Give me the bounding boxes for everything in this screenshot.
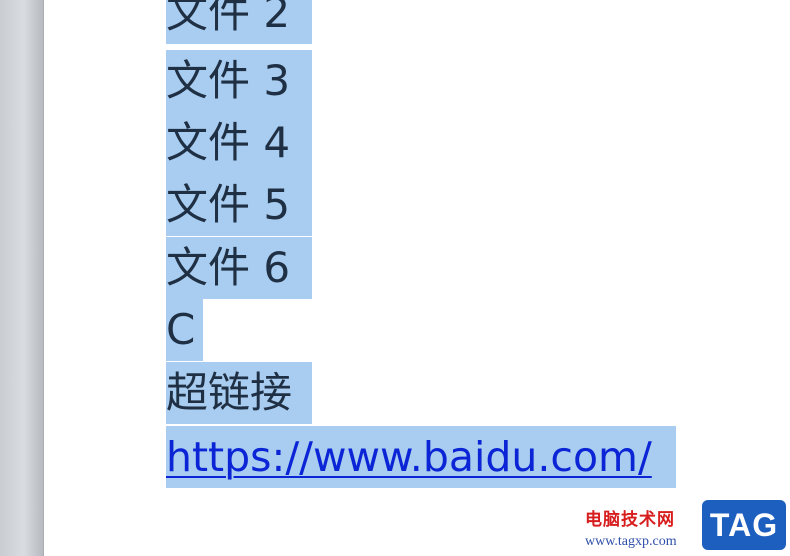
line-text: 文件 4 [166, 118, 291, 167]
tag-logo: TAG [702, 500, 786, 550]
document-line-file-5[interactable]: 文件 5 [166, 174, 312, 236]
document-line-c[interactable]: C [166, 299, 203, 361]
line-text: 超链接 [166, 368, 293, 417]
hyperlink[interactable]: https://www.baidu.com/ [166, 433, 652, 481]
document-line-hyperlink-label[interactable]: 超链接 [166, 362, 312, 424]
line-text: C [166, 305, 196, 354]
document-line-file-2[interactable]: 文件 2 [166, 0, 312, 44]
line-text: 文件 2 [166, 0, 291, 37]
document-line-file-6[interactable]: 文件 6 [166, 237, 312, 299]
left-margin-gutter [0, 0, 44, 556]
document-line-hyperlink[interactable]: https://www.baidu.com/ [166, 426, 676, 488]
line-text: 文件 5 [166, 180, 291, 229]
line-text: 文件 3 [166, 56, 291, 105]
document-line-file-3[interactable]: 文件 3 [166, 50, 312, 112]
watermark-url: www.tagxp.com [585, 534, 677, 549]
document-line-file-4[interactable]: 文件 4 [166, 112, 312, 174]
line-text: 文件 6 [166, 243, 291, 292]
watermark-site-name: 电脑技术网 [585, 510, 675, 530]
